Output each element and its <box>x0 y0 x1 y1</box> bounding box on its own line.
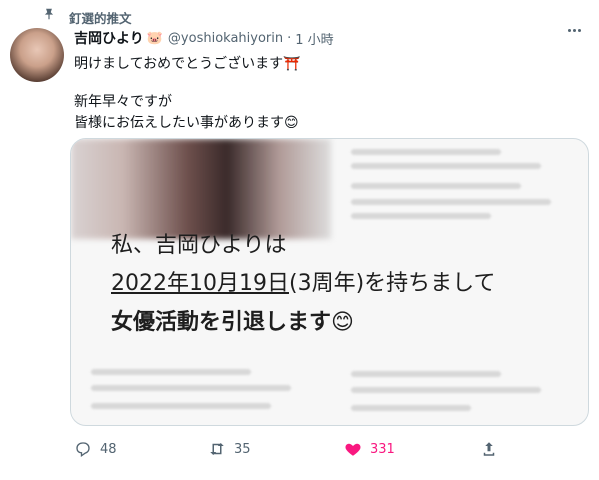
blurred-text <box>351 371 501 377</box>
like-count: 331 <box>370 441 395 457</box>
separator-dot: · <box>287 30 292 46</box>
tweet-time[interactable]: 1 小時 <box>295 29 333 48</box>
image-date: 2022年10月19日 <box>111 271 289 296</box>
image-line-1: 私、吉岡ひよりは <box>111 233 287 258</box>
retweet-icon <box>210 443 224 455</box>
share-button[interactable] <box>480 440 498 458</box>
share-icon <box>483 442 495 456</box>
retweet-button[interactable]: 35 <box>208 440 251 458</box>
image-line-2-rest: (3周年)を持ちまして <box>288 271 496 296</box>
blurred-text <box>351 213 491 219</box>
pinned-indicator: 釘選的推文 <box>42 7 132 26</box>
heart-icon <box>345 443 361 456</box>
author-emoji: 🐷 <box>146 30 163 46</box>
tweet-text-line-2: 新年早々ですが <box>74 94 172 110</box>
blurred-photo <box>71 139 331 239</box>
blurred-text <box>91 403 271 409</box>
pin-icon <box>44 8 54 20</box>
blurred-text <box>351 387 541 393</box>
tweet-text-line-1: 明けましておめでとうございます⛩️ <box>74 56 301 72</box>
blurred-text <box>351 163 541 169</box>
blurred-text <box>351 199 551 205</box>
blurred-text <box>91 385 291 391</box>
image-line-3: 女優活動を引退します😊 <box>111 310 354 335</box>
image-line-2: 2022年10月19日(3周年)を持ちまして <box>111 265 496 297</box>
blurred-text <box>351 149 501 155</box>
tweet-image[interactable]: 私、吉岡ひよりは 2022年10月19日(3周年)を持ちまして 女優活動を引退し… <box>70 138 589 426</box>
more-icon[interactable] <box>568 29 581 32</box>
blurred-text <box>91 369 251 375</box>
action-bar: 48 35 331 <box>74 440 599 460</box>
reply-button[interactable]: 48 <box>74 440 117 458</box>
retweet-count: 35 <box>234 441 251 457</box>
reply-count: 48 <box>100 441 117 457</box>
author-handle[interactable]: @yoshiokahiyorin <box>168 31 283 46</box>
tweet-header: 吉岡ひより 🐷 @yoshiokahiyorin · 1 小時 <box>74 28 334 48</box>
avatar[interactable] <box>10 28 64 82</box>
blurred-text <box>351 405 471 411</box>
pinned-label: 釘選的推文 <box>69 11 132 26</box>
tweet-text-line-3: 皆様にお伝えしたい事があります😊 <box>74 115 299 131</box>
like-button[interactable]: 331 <box>344 440 395 458</box>
author-name[interactable]: 吉岡ひより <box>74 28 144 48</box>
blurred-text <box>351 183 521 189</box>
reply-icon <box>76 442 90 458</box>
